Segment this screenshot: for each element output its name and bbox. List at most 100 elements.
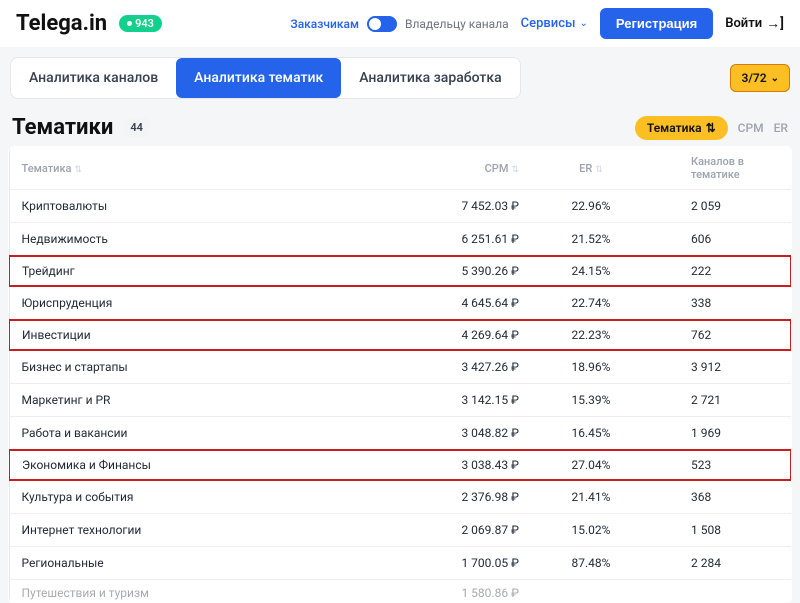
sort-icon: ⇅ — [706, 121, 716, 135]
cell-cpm: 4 269.64 ₽ — [391, 320, 531, 350]
page-heading: Тематики 44 Тематика ⇅ CPM ER — [0, 109, 800, 146]
cell-er: 15.39% — [531, 384, 651, 417]
cell-cpm: 2 376.98 ₽ — [391, 480, 531, 514]
col-count-header[interactable]: Каналов в тематике — [651, 147, 791, 190]
col-er-header[interactable]: ER⇅ — [531, 147, 651, 190]
cell-count: 523 — [651, 450, 791, 480]
role-owner[interactable]: Владельцу канала — [405, 17, 509, 31]
tab-earnings-analytics[interactable]: Аналитика заработка — [341, 58, 519, 98]
cell-cpm: 5 390.26 ₽ — [391, 256, 531, 286]
sort-by-topic[interactable]: Тематика ⇅ — [635, 116, 728, 140]
tab-channel-analytics[interactable]: Аналитика каналов — [11, 58, 176, 98]
table-row[interactable]: Бизнес и стартапы3 427.26 ₽18.96%3 912 — [9, 350, 791, 384]
tabs-row: Аналитика каналов Аналитика тематик Анал… — [0, 47, 800, 109]
table-row[interactable]: Работа и вакансии3 048.82 ₽16.45%1 969 — [9, 417, 791, 451]
topics-count-badge: 44 — [123, 118, 150, 137]
sort-icon: ⇅ — [511, 165, 519, 175]
cell-topic: Бизнес и стартапы — [9, 350, 391, 384]
cell-er: 16.45% — [531, 417, 651, 451]
logo[interactable]: Telega.in — [16, 11, 107, 36]
cell-topic: Инвестиции — [9, 320, 391, 350]
services-label: Сервисы — [521, 16, 576, 31]
cell-cpm: 3 142.15 ₽ — [391, 384, 531, 417]
topics-table-body: Криптовалюты7 452.03 ₽22.96%2 059Недвижи… — [9, 190, 791, 603]
cell-count: 1 508 — [651, 514, 791, 547]
login-label: Войти — [725, 16, 762, 31]
cell-count: 2 059 — [651, 190, 791, 223]
cell-er: 22.74% — [531, 286, 651, 320]
cell-er: 21.52% — [531, 223, 651, 257]
tab-topic-analytics[interactable]: Аналитика тематик — [176, 58, 341, 98]
cell-er: 22.23% — [531, 320, 651, 350]
analytics-tabs: Аналитика каналов Аналитика тематик Анал… — [10, 57, 521, 99]
table-row[interactable]: Криптовалюты7 452.03 ₽22.96%2 059 — [9, 190, 791, 223]
cell-count: 762 — [651, 320, 791, 350]
table-row[interactable]: Маркетинг и PR3 142.15 ₽15.39%2 721 — [9, 384, 791, 417]
services-dropdown[interactable]: Сервисы ⌄ — [521, 16, 588, 31]
cell-cpm: 3 427.26 ₽ — [391, 350, 531, 384]
cell-topic: Трейдинг — [9, 256, 391, 286]
cell-topic: Юриспруденция — [9, 286, 391, 320]
login-link[interactable]: Войти →] — [725, 15, 784, 32]
page-title: Тематики — [12, 115, 113, 140]
online-count: 943 — [135, 17, 154, 30]
site-header: Telega.in 943 Заказчикам Владельцу канал… — [0, 0, 800, 47]
topics-table: Тематика⇅ CPM⇅ ER⇅ Каналов в тематике Кр… — [8, 146, 792, 603]
table-row[interactable]: Экономика и Финансы3 038.43 ₽27.04%523 — [9, 450, 791, 480]
sort-by-er[interactable]: ER — [774, 121, 788, 135]
cell-topic: Недвижимость — [9, 223, 391, 257]
chevron-down-icon: ⌄ — [771, 73, 779, 84]
role-toggle[interactable] — [367, 16, 397, 32]
cell-er: 27.04% — [531, 450, 651, 480]
pager-badge[interactable]: 3/72 ⌄ — [730, 64, 790, 92]
cell-topic: Региональные — [9, 547, 391, 580]
table-row[interactable]: Культура и события2 376.98 ₽21.41%368 — [9, 480, 791, 514]
cell-topic: Интернет технологии — [9, 514, 391, 547]
register-button[interactable]: Регистрация — [600, 8, 713, 39]
cell-topic: Экономика и Финансы — [9, 450, 391, 480]
cell-count: 338 — [651, 286, 791, 320]
col-topic-header[interactable]: Тематика⇅ — [9, 147, 391, 190]
cell-er — [531, 580, 651, 603]
cell-count: 222 — [651, 256, 791, 286]
col-cpm-header[interactable]: CPM⇅ — [391, 147, 531, 190]
cell-cpm: 3 038.43 ₽ — [391, 450, 531, 480]
sort-by-cpm[interactable]: CPM — [738, 121, 764, 135]
role-customers[interactable]: Заказчикам — [290, 17, 359, 31]
login-icon: →] — [766, 15, 784, 32]
cell-count: 1 969 — [651, 417, 791, 451]
role-switch: Заказчикам Владельцу канала — [290, 16, 508, 32]
online-dot-icon — [127, 21, 132, 26]
cell-er: 15.02% — [531, 514, 651, 547]
cell-er: 87.48% — [531, 547, 651, 580]
cell-count: 606 — [651, 223, 791, 257]
cell-cpm: 1 580.86 ₽ — [391, 580, 531, 603]
cell-count — [651, 580, 791, 603]
table-row[interactable]: Юриспруденция4 645.64 ₽22.74%338 — [9, 286, 791, 320]
online-counter-badge: 943 — [119, 15, 162, 32]
table-row[interactable]: Интернет технологии2 069.87 ₽15.02%1 508 — [9, 514, 791, 547]
cell-cpm: 3 048.82 ₽ — [391, 417, 531, 451]
pager-text: 3/72 — [741, 71, 766, 85]
table-row[interactable]: Региональные1 700.05 ₽87.48%2 284 — [9, 547, 791, 580]
cell-topic: Путешествия и туризм — [9, 580, 391, 603]
table-row[interactable]: Трейдинг5 390.26 ₽24.15%222 — [9, 256, 791, 286]
cell-count: 3 912 — [651, 350, 791, 384]
table-row[interactable]: Недвижимость6 251.61 ₽21.52%606 — [9, 223, 791, 257]
sort-controls: Тематика ⇅ CPM ER — [635, 116, 788, 140]
cell-cpm: 4 645.64 ₽ — [391, 286, 531, 320]
cell-topic: Маркетинг и PR — [9, 384, 391, 417]
cell-cpm: 2 069.87 ₽ — [391, 514, 531, 547]
cell-topic: Культура и события — [9, 480, 391, 514]
cell-count: 2 284 — [651, 547, 791, 580]
sort-icon: ⇅ — [595, 165, 603, 175]
cell-count: 2 721 — [651, 384, 791, 417]
cell-er: 18.96% — [531, 350, 651, 384]
chevron-down-icon: ⌄ — [579, 18, 587, 29]
sort-topic-label: Тематика — [647, 121, 702, 135]
cell-topic: Работа и вакансии — [9, 417, 391, 451]
cell-er: 21.41% — [531, 480, 651, 514]
cell-count: 368 — [651, 480, 791, 514]
table-row[interactable]: Инвестиции4 269.64 ₽22.23%762 — [9, 320, 791, 350]
table-row[interactable]: Путешествия и туризм1 580.86 ₽ — [9, 580, 791, 603]
